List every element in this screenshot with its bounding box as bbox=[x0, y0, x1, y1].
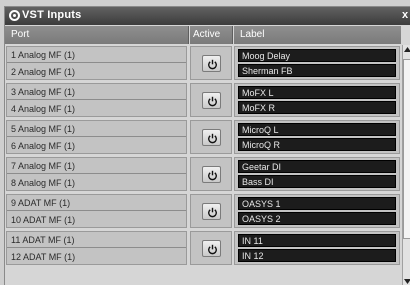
active-toggle-button[interactable] bbox=[202, 92, 221, 109]
column-header-label[interactable]: Label bbox=[234, 26, 401, 44]
bus-label-field[interactable]: MoFX L bbox=[238, 86, 396, 99]
active-cell bbox=[190, 194, 232, 228]
vertical-scrollbar[interactable] bbox=[402, 45, 410, 285]
bus-label-field[interactable]: Moog Delay bbox=[238, 49, 396, 62]
port-cell: 9 ADAT MF (1) 10 ADAT MF (1) bbox=[6, 194, 187, 228]
bus-label-field[interactable]: MicroQ L bbox=[238, 123, 396, 136]
power-icon bbox=[208, 96, 217, 107]
port-name[interactable]: 1 Analog MF (1) bbox=[7, 47, 186, 63]
port-cell: 7 Analog MF (1) 8 Analog MF (1) bbox=[6, 157, 187, 191]
bus-label-field[interactable]: Bass DI bbox=[238, 175, 396, 188]
bus-label-field[interactable]: OASYS 2 bbox=[238, 212, 396, 225]
port-name[interactable]: 4 Analog MF (1) bbox=[7, 101, 186, 117]
title-bar[interactable]: VST Inputs x bbox=[5, 7, 410, 25]
power-icon bbox=[208, 133, 217, 144]
port-name[interactable]: 5 Analog MF (1) bbox=[7, 121, 186, 137]
input-bus-row: 5 Analog MF (1) 6 Analog MF (1) MicroQ L… bbox=[5, 119, 401, 155]
bus-label-field[interactable]: IN 12 bbox=[238, 249, 396, 262]
label-cell: Moog Delay Sherman FB bbox=[234, 46, 400, 80]
active-toggle-button[interactable] bbox=[202, 129, 221, 146]
input-bus-row: 9 ADAT MF (1) 10 ADAT MF (1) OASYS 1 OAS… bbox=[5, 193, 401, 229]
port-name[interactable]: 11 ADAT MF (1) bbox=[7, 232, 186, 248]
input-bus-row: 1 Analog MF (1) 2 Analog MF (1) Moog Del… bbox=[5, 45, 401, 81]
port-name[interactable]: 6 Analog MF (1) bbox=[7, 138, 186, 154]
bus-label-field[interactable]: Sherman FB bbox=[238, 64, 396, 77]
vst-inputs-window: VST Inputs x Port Active Label 1 Analog … bbox=[4, 6, 410, 285]
scroll-up-arrow-icon[interactable] bbox=[403, 45, 410, 55]
port-name[interactable]: 2 Analog MF (1) bbox=[7, 64, 186, 80]
input-bus-list: 1 Analog MF (1) 2 Analog MF (1) Moog Del… bbox=[5, 45, 401, 285]
power-icon bbox=[208, 207, 217, 218]
bus-label-field[interactable]: MoFX R bbox=[238, 101, 396, 114]
scrollbar-thumb[interactable] bbox=[403, 59, 410, 239]
active-cell bbox=[190, 46, 232, 80]
column-header: Port Active Label bbox=[5, 26, 401, 44]
port-name[interactable]: 3 Analog MF (1) bbox=[7, 84, 186, 100]
port-cell: 3 Analog MF (1) 4 Analog MF (1) bbox=[6, 83, 187, 117]
input-bus-row: 11 ADAT MF (1) 12 ADAT MF (1) IN 11 IN 1… bbox=[5, 230, 401, 266]
bus-label-field[interactable]: OASYS 1 bbox=[238, 197, 396, 210]
input-bus-row: 3 Analog MF (1) 4 Analog MF (1) MoFX L M… bbox=[5, 82, 401, 118]
label-cell: OASYS 1 OASYS 2 bbox=[234, 194, 400, 228]
port-name[interactable]: 10 ADAT MF (1) bbox=[7, 212, 186, 228]
close-icon[interactable]: x bbox=[399, 9, 410, 22]
port-cell: 11 ADAT MF (1) 12 ADAT MF (1) bbox=[6, 231, 187, 265]
label-cell: MoFX L MoFX R bbox=[234, 83, 400, 117]
active-toggle-button[interactable] bbox=[202, 203, 221, 220]
port-cell: 1 Analog MF (1) 2 Analog MF (1) bbox=[6, 46, 187, 80]
label-cell: IN 11 IN 12 bbox=[234, 231, 400, 265]
active-cell bbox=[190, 120, 232, 154]
active-cell bbox=[190, 157, 232, 191]
input-bus-row: 7 Analog MF (1) 8 Analog MF (1) Geetar D… bbox=[5, 156, 401, 192]
port-name[interactable]: 9 ADAT MF (1) bbox=[7, 195, 186, 211]
power-icon bbox=[208, 170, 217, 181]
port-name[interactable]: 8 Analog MF (1) bbox=[7, 175, 186, 191]
active-cell bbox=[190, 231, 232, 265]
power-icon bbox=[208, 244, 217, 255]
power-icon bbox=[208, 59, 217, 70]
bus-label-field[interactable]: Geetar DI bbox=[238, 160, 396, 173]
column-header-active[interactable]: Active bbox=[190, 26, 233, 44]
active-toggle-button[interactable] bbox=[202, 240, 221, 257]
active-toggle-button[interactable] bbox=[202, 55, 221, 72]
port-cell: 5 Analog MF (1) 6 Analog MF (1) bbox=[6, 120, 187, 154]
window-title: VST Inputs bbox=[22, 9, 82, 21]
bus-label-field[interactable]: MicroQ R bbox=[238, 138, 396, 151]
column-header-port[interactable]: Port bbox=[5, 26, 189, 44]
port-name[interactable]: 7 Analog MF (1) bbox=[7, 158, 186, 174]
label-cell: Geetar DI Bass DI bbox=[234, 157, 400, 191]
active-cell bbox=[190, 83, 232, 117]
vst-logo-icon bbox=[9, 10, 20, 21]
bus-label-field[interactable]: IN 11 bbox=[238, 234, 396, 247]
port-name[interactable]: 12 ADAT MF (1) bbox=[7, 249, 186, 265]
active-toggle-button[interactable] bbox=[202, 166, 221, 183]
scroll-down-arrow-icon[interactable] bbox=[403, 276, 410, 285]
label-cell: MicroQ L MicroQ R bbox=[234, 120, 400, 154]
